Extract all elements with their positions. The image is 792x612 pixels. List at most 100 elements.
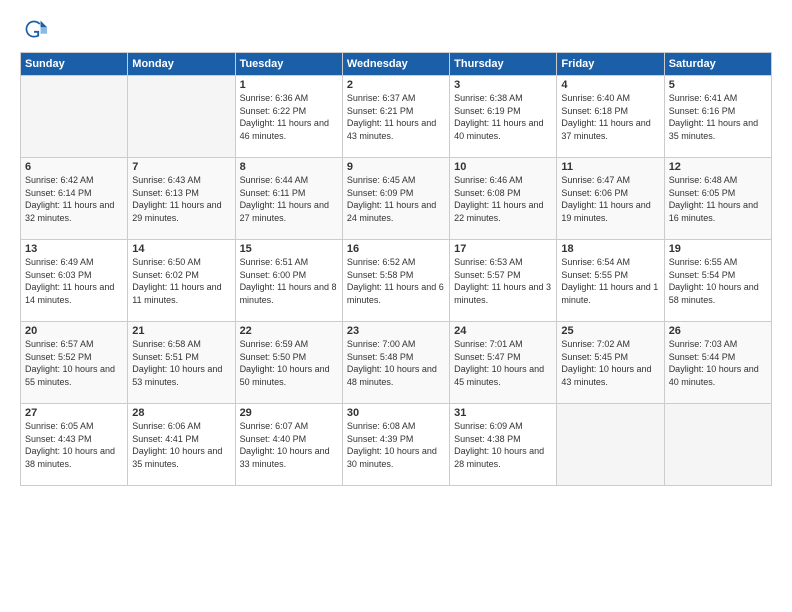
day-info: Sunrise: 6:59 AM Sunset: 5:50 PM Dayligh… xyxy=(240,338,338,388)
day-info: Sunrise: 6:46 AM Sunset: 6:08 PM Dayligh… xyxy=(454,174,552,224)
calendar-cell: 8 Sunrise: 6:44 AM Sunset: 6:11 PM Dayli… xyxy=(235,158,342,240)
day-info: Sunrise: 6:45 AM Sunset: 6:09 PM Dayligh… xyxy=(347,174,445,224)
day-number: 25 xyxy=(561,325,659,337)
day-number: 18 xyxy=(561,243,659,255)
day-info: Sunrise: 6:52 AM Sunset: 5:58 PM Dayligh… xyxy=(347,256,445,306)
day-number: 10 xyxy=(454,161,552,173)
day-number: 9 xyxy=(347,161,445,173)
header xyxy=(20,16,772,44)
calendar-cell xyxy=(21,76,128,158)
day-info: Sunrise: 6:48 AM Sunset: 6:05 PM Dayligh… xyxy=(669,174,767,224)
day-info: Sunrise: 6:06 AM Sunset: 4:41 PM Dayligh… xyxy=(132,420,230,470)
day-number: 20 xyxy=(25,325,123,337)
day-number: 2 xyxy=(347,79,445,91)
calendar-cell: 22 Sunrise: 6:59 AM Sunset: 5:50 PM Dayl… xyxy=(235,322,342,404)
day-info: Sunrise: 7:00 AM Sunset: 5:48 PM Dayligh… xyxy=(347,338,445,388)
calendar-cell: 3 Sunrise: 6:38 AM Sunset: 6:19 PM Dayli… xyxy=(450,76,557,158)
calendar-cell: 29 Sunrise: 6:07 AM Sunset: 4:40 PM Dayl… xyxy=(235,404,342,486)
calendar-cell: 18 Sunrise: 6:54 AM Sunset: 5:55 PM Dayl… xyxy=(557,240,664,322)
day-number: 6 xyxy=(25,161,123,173)
day-number: 4 xyxy=(561,79,659,91)
weekday-header: Monday xyxy=(128,53,235,76)
calendar-cell: 28 Sunrise: 6:06 AM Sunset: 4:41 PM Dayl… xyxy=(128,404,235,486)
day-number: 13 xyxy=(25,243,123,255)
calendar-cell xyxy=(664,404,771,486)
weekday-header: Tuesday xyxy=(235,53,342,76)
logo xyxy=(20,16,52,44)
day-number: 30 xyxy=(347,407,445,419)
calendar-cell: 4 Sunrise: 6:40 AM Sunset: 6:18 PM Dayli… xyxy=(557,76,664,158)
day-info: Sunrise: 6:47 AM Sunset: 6:06 PM Dayligh… xyxy=(561,174,659,224)
calendar-cell: 7 Sunrise: 6:43 AM Sunset: 6:13 PM Dayli… xyxy=(128,158,235,240)
day-info: Sunrise: 6:58 AM Sunset: 5:51 PM Dayligh… xyxy=(132,338,230,388)
weekday-header: Saturday xyxy=(664,53,771,76)
logo-icon xyxy=(20,16,48,44)
calendar-week-row: 1 Sunrise: 6:36 AM Sunset: 6:22 PM Dayli… xyxy=(21,76,772,158)
calendar-cell: 14 Sunrise: 6:50 AM Sunset: 6:02 PM Dayl… xyxy=(128,240,235,322)
day-number: 29 xyxy=(240,407,338,419)
calendar-cell: 13 Sunrise: 6:49 AM Sunset: 6:03 PM Dayl… xyxy=(21,240,128,322)
calendar-cell: 5 Sunrise: 6:41 AM Sunset: 6:16 PM Dayli… xyxy=(664,76,771,158)
day-info: Sunrise: 6:42 AM Sunset: 6:14 PM Dayligh… xyxy=(25,174,123,224)
calendar-cell: 25 Sunrise: 7:02 AM Sunset: 5:45 PM Dayl… xyxy=(557,322,664,404)
day-number: 19 xyxy=(669,243,767,255)
day-number: 24 xyxy=(454,325,552,337)
day-number: 26 xyxy=(669,325,767,337)
page: SundayMondayTuesdayWednesdayThursdayFrid… xyxy=(0,0,792,612)
calendar-cell: 15 Sunrise: 6:51 AM Sunset: 6:00 PM Dayl… xyxy=(235,240,342,322)
calendar-cell: 9 Sunrise: 6:45 AM Sunset: 6:09 PM Dayli… xyxy=(342,158,449,240)
calendar-week-row: 6 Sunrise: 6:42 AM Sunset: 6:14 PM Dayli… xyxy=(21,158,772,240)
weekday-header: Sunday xyxy=(21,53,128,76)
calendar-week-row: 20 Sunrise: 6:57 AM Sunset: 5:52 PM Dayl… xyxy=(21,322,772,404)
day-number: 1 xyxy=(240,79,338,91)
calendar-cell: 11 Sunrise: 6:47 AM Sunset: 6:06 PM Dayl… xyxy=(557,158,664,240)
calendar-cell: 1 Sunrise: 6:36 AM Sunset: 6:22 PM Dayli… xyxy=(235,76,342,158)
day-info: Sunrise: 6:41 AM Sunset: 6:16 PM Dayligh… xyxy=(669,92,767,142)
day-info: Sunrise: 6:55 AM Sunset: 5:54 PM Dayligh… xyxy=(669,256,767,306)
day-number: 27 xyxy=(25,407,123,419)
day-info: Sunrise: 6:57 AM Sunset: 5:52 PM Dayligh… xyxy=(25,338,123,388)
calendar-cell xyxy=(128,76,235,158)
day-number: 17 xyxy=(454,243,552,255)
day-info: Sunrise: 6:50 AM Sunset: 6:02 PM Dayligh… xyxy=(132,256,230,306)
day-number: 8 xyxy=(240,161,338,173)
calendar-cell: 19 Sunrise: 6:55 AM Sunset: 5:54 PM Dayl… xyxy=(664,240,771,322)
day-number: 15 xyxy=(240,243,338,255)
calendar-week-row: 13 Sunrise: 6:49 AM Sunset: 6:03 PM Dayl… xyxy=(21,240,772,322)
day-info: Sunrise: 6:36 AM Sunset: 6:22 PM Dayligh… xyxy=(240,92,338,142)
day-info: Sunrise: 6:43 AM Sunset: 6:13 PM Dayligh… xyxy=(132,174,230,224)
day-info: Sunrise: 7:02 AM Sunset: 5:45 PM Dayligh… xyxy=(561,338,659,388)
calendar-cell: 31 Sunrise: 6:09 AM Sunset: 4:38 PM Dayl… xyxy=(450,404,557,486)
day-info: Sunrise: 6:44 AM Sunset: 6:11 PM Dayligh… xyxy=(240,174,338,224)
day-number: 14 xyxy=(132,243,230,255)
day-info: Sunrise: 6:38 AM Sunset: 6:19 PM Dayligh… xyxy=(454,92,552,142)
day-info: Sunrise: 6:37 AM Sunset: 6:21 PM Dayligh… xyxy=(347,92,445,142)
calendar-cell: 10 Sunrise: 6:46 AM Sunset: 6:08 PM Dayl… xyxy=(450,158,557,240)
day-number: 16 xyxy=(347,243,445,255)
calendar-cell: 30 Sunrise: 6:08 AM Sunset: 4:39 PM Dayl… xyxy=(342,404,449,486)
day-info: Sunrise: 6:53 AM Sunset: 5:57 PM Dayligh… xyxy=(454,256,552,306)
calendar-cell: 27 Sunrise: 6:05 AM Sunset: 4:43 PM Dayl… xyxy=(21,404,128,486)
day-number: 3 xyxy=(454,79,552,91)
day-info: Sunrise: 7:01 AM Sunset: 5:47 PM Dayligh… xyxy=(454,338,552,388)
weekday-header: Friday xyxy=(557,53,664,76)
day-number: 28 xyxy=(132,407,230,419)
calendar-table: SundayMondayTuesdayWednesdayThursdayFrid… xyxy=(20,52,772,486)
calendar-cell: 26 Sunrise: 7:03 AM Sunset: 5:44 PM Dayl… xyxy=(664,322,771,404)
day-number: 7 xyxy=(132,161,230,173)
day-info: Sunrise: 6:05 AM Sunset: 4:43 PM Dayligh… xyxy=(25,420,123,470)
calendar-cell: 21 Sunrise: 6:58 AM Sunset: 5:51 PM Dayl… xyxy=(128,322,235,404)
day-number: 5 xyxy=(669,79,767,91)
day-info: Sunrise: 7:03 AM Sunset: 5:44 PM Dayligh… xyxy=(669,338,767,388)
day-number: 31 xyxy=(454,407,552,419)
calendar-cell: 24 Sunrise: 7:01 AM Sunset: 5:47 PM Dayl… xyxy=(450,322,557,404)
calendar-cell: 17 Sunrise: 6:53 AM Sunset: 5:57 PM Dayl… xyxy=(450,240,557,322)
weekday-header: Thursday xyxy=(450,53,557,76)
day-number: 21 xyxy=(132,325,230,337)
calendar-cell xyxy=(557,404,664,486)
day-number: 23 xyxy=(347,325,445,337)
calendar-cell: 23 Sunrise: 7:00 AM Sunset: 5:48 PM Dayl… xyxy=(342,322,449,404)
day-info: Sunrise: 6:54 AM Sunset: 5:55 PM Dayligh… xyxy=(561,256,659,306)
weekday-header-row: SundayMondayTuesdayWednesdayThursdayFrid… xyxy=(21,53,772,76)
day-info: Sunrise: 6:51 AM Sunset: 6:00 PM Dayligh… xyxy=(240,256,338,306)
